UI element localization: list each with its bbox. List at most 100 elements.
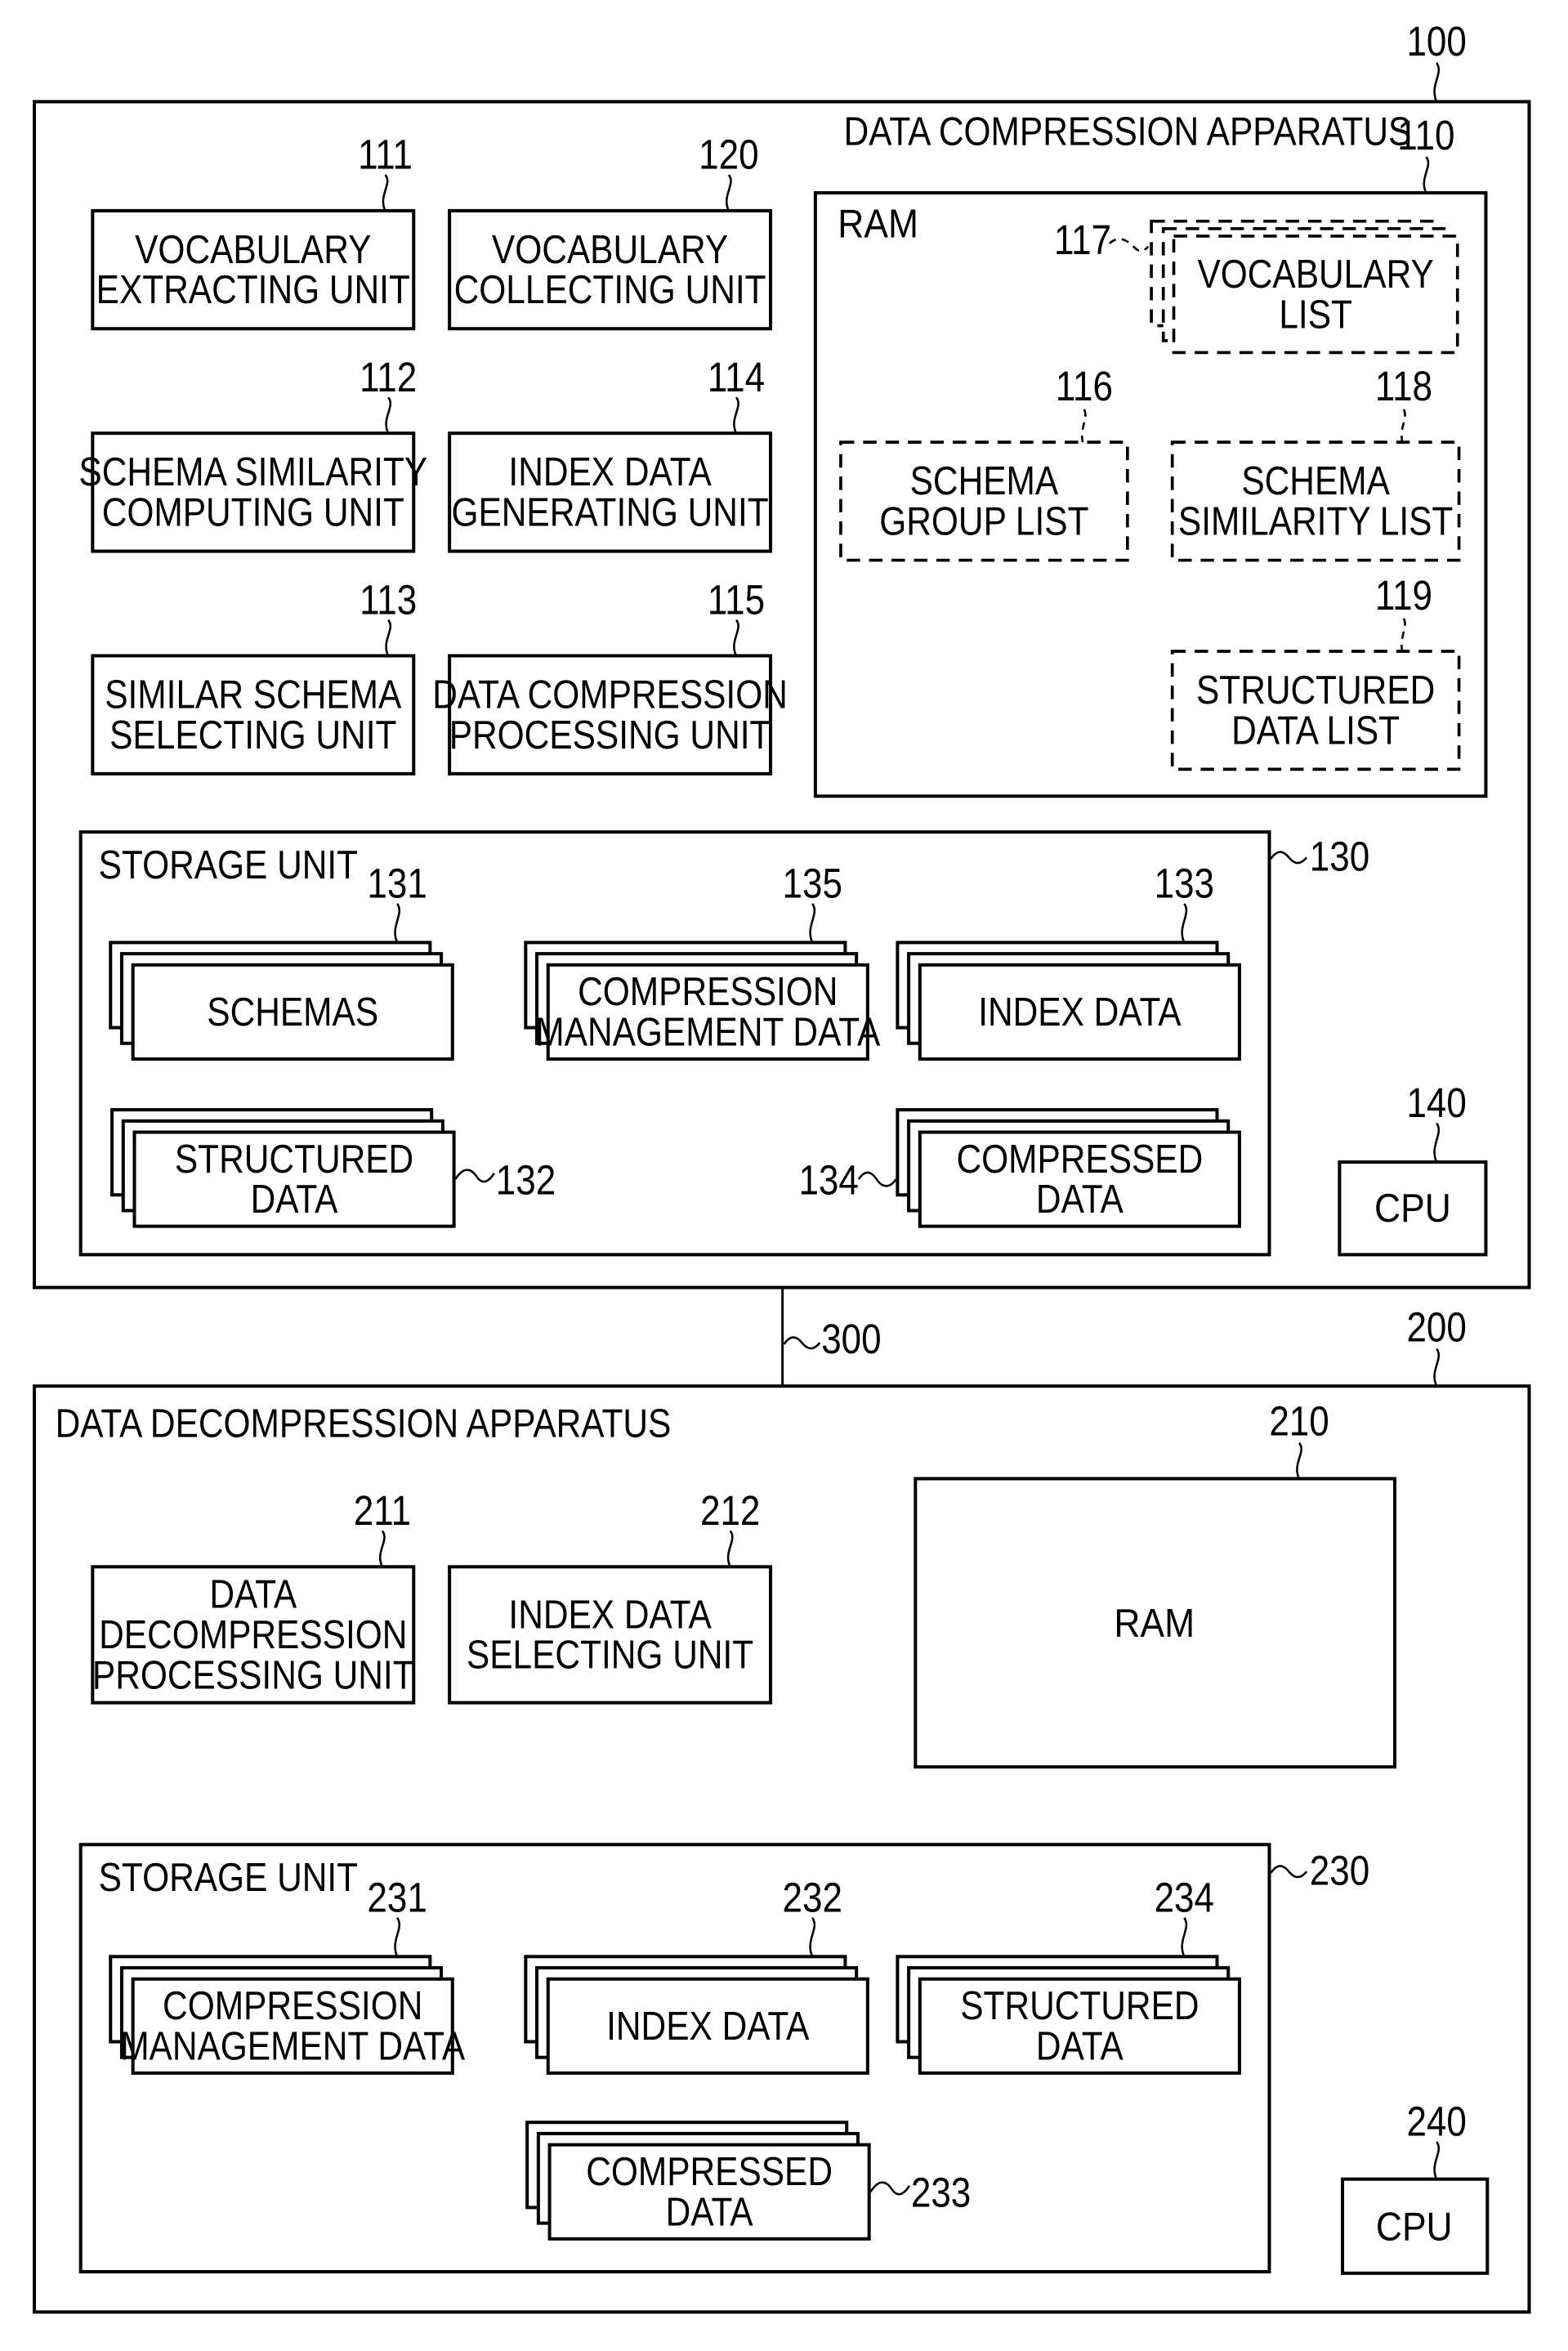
leader-line [783,1336,821,1350]
similar-schema-selecting-unit-label: SIMILAR SCHEMASELECTING UNIT [105,671,401,757]
compressed-data-233-label-line: COMPRESSED [586,2148,833,2194]
structured-data-234-label-line: STRUCTURED [960,1982,1199,2028]
compressed-data-ref: 134 [798,1157,858,1204]
network-300-ref: 300 [821,1316,881,1363]
index-data-232-label: INDEX DATA [606,2003,810,2049]
storage-unit-230-title: STORAGE UNIT [99,1854,358,1900]
structured-data-ref: 132 [496,1157,556,1204]
data-compression-processing-unit-label-line: DATA COMPRESSION [432,671,788,717]
compression-management-data-231-label-line: MANAGEMENT DATA [120,2022,465,2068]
data-compression-processing-unit-ref: 115 [708,577,765,624]
schema-group-list-ref: 116 [1056,364,1113,410]
vocabulary-collecting-unit-label-line: VOCABULARY [492,226,728,272]
schema-group-list-label-line: SCHEMA [910,458,1059,503]
decompression-apparatus-title: DATA DECOMPRESSION APPARATUS [56,1400,672,1446]
similar-schema-selecting-unit-ref: 113 [360,577,417,624]
structured-data-234-ref: 234 [1155,1875,1214,1921]
data-decompression-processing-unit-ref: 211 [354,1488,411,1535]
compression-management-data-231-ref: 231 [367,1875,427,1921]
index-data-ref: 133 [1155,861,1214,908]
ram-110-ref: 110 [1397,113,1454,159]
compression-management-data-231-label-line: COMPRESSION [163,1982,422,2028]
schema-group-list-label: SCHEMAGROUP LIST [879,458,1088,543]
index-data-232-label-line: INDEX DATA [606,2003,810,2049]
index-data-generating-unit-label-line: GENERATING UNIT [451,489,768,534]
cpu-140-label: CPU [1374,1186,1451,1231]
compression-management-data-ref: 135 [783,861,842,908]
vocabulary-collecting-unit-label: VOCABULARYCOLLECTING UNIT [454,226,766,312]
vocabulary-extracting-unit-ref: 111 [358,132,413,179]
storage-unit-130-ref: 130 [1310,834,1369,881]
vocabulary-list-label-line: LIST [1279,291,1352,337]
structured-data-list-label-line: STRUCTURED [1196,667,1435,713]
storage-unit-230: STORAGE UNIT 230 COMPRESSIONMANAGEMENT DAT… [78,1843,1369,2273]
vocabulary-list-label-line: VOCABULARY [1197,251,1433,297]
system-block-diagram: 100DATA COMPRESSION APPARATUSVOCABULARYE… [33,19,1531,2314]
schema-similarity-list-ref: 118 [1375,364,1432,410]
data-compression-apparatus: 100DATA COMPRESSION APPARATUSVOCABULARYE… [33,19,1531,1289]
compression-management-data-label-line: MANAGEMENT DATA [535,1008,880,1054]
schemas-ref: 131 [367,861,427,908]
compression-apparatus-ref: 100 [1406,19,1466,65]
structured-data-label-line: STRUCTURED [175,1136,413,1182]
leader-line [1433,1348,1441,1387]
compressed-data-label-line: DATA [1036,1176,1124,1222]
storage-unit-130: STORAGE UNIT 130 SCHEMAS 131 COMPRESSIONMANA… [78,830,1369,1257]
compressed-data-label-line: COMPRESSED [956,1136,1203,1182]
ram-110: 110RAMVOCABULARYLIST117SCHEMAGROUP LIST1… [813,113,1488,798]
ram-210-label: RAM [1114,1601,1195,1646]
compression-apparatus-title: DATA COMPRESSION APPARATUS [844,108,1412,154]
compression-management-data-231-label: COMPRESSIONMANAGEMENT DATA [120,1982,465,2068]
index-data-selecting-unit-label-line: INDEX DATA [508,1591,712,1637]
cpu-240-ref: 240 [1406,2099,1466,2146]
schema-similarity-computing-unit-label: SCHEMA SIMILARITYCOMPUTING UNIT [78,449,427,534]
data-decompression-processing-unit-label-line: PROCESSING UNIT [92,1652,414,1697]
vocabulary-extracting-unit-label-line: EXTRACTING UNIT [96,266,410,312]
data-compression-processing-unit-label: DATA COMPRESSIONPROCESSING UNIT [432,671,788,757]
index-data-label-line: INDEX DATA [978,989,1182,1035]
vocabulary-list-ref: 117 [1054,217,1111,264]
index-data-selecting-unit-ref: 212 [700,1488,760,1535]
vocabulary-collecting-unit-label-line: COLLECTING UNIT [454,266,766,312]
decompression-apparatus-ref: 200 [1406,1304,1466,1351]
storage-unit-130-title: STORAGE UNIT [99,842,358,887]
index-data-selecting-unit-label: INDEX DATASELECTING UNIT [467,1591,753,1677]
ram-110-title: RAM [838,202,918,247]
cpu-240-label: CPU [1376,2204,1453,2249]
storage-unit-230-ref: 230 [1310,1848,1369,1895]
ram-210-ref: 210 [1269,1398,1329,1445]
data-decompression-processing-unit-label-line: DECOMPRESSION [99,1611,407,1657]
schema-similarity-list-label-line: SIMILARITY LIST [1178,498,1453,543]
index-data-selecting-unit-label-line: SELECTING UNIT [467,1632,753,1678]
compression-management-data-label: COMPRESSIONMANAGEMENT DATA [535,968,880,1054]
vocabulary-extracting-unit-label-line: VOCABULARY [135,226,371,272]
cpu-140-ref: 140 [1406,1080,1466,1127]
compression-management-data-label-line: COMPRESSION [578,968,838,1014]
leader-line [1433,62,1441,102]
data-compression-processing-unit-label-line: PROCESSING UNIT [449,712,771,758]
structured-data-list-label: STRUCTUREDDATA LIST [1196,667,1435,753]
index-data-label: INDEX DATA [978,989,1182,1035]
structured-data-list-ref: 119 [1375,573,1432,619]
schemas-label: SCHEMAS [207,989,378,1035]
schema-group-list-label-line: GROUP LIST [879,498,1088,543]
index-data-232-ref: 232 [783,1875,842,1921]
similar-schema-selecting-unit-label-line: SELECTING UNIT [109,712,396,758]
compressed-data-233-label-line: DATA [666,2188,753,2234]
structured-data-234-label-line: DATA [1036,2022,1124,2068]
compressed-data-233-ref: 233 [911,2170,971,2216]
data-decompression-processing-unit-label-line: DATA [209,1571,297,1617]
schema-similarity-computing-unit-ref: 112 [360,355,417,401]
network-300: 300 [781,1287,882,1387]
schema-similarity-list-label-line: SCHEMA [1241,458,1390,503]
schema-similarity-computing-unit-label-line: COMPUTING UNIT [102,489,404,534]
structured-data-label-line: DATA [251,1176,338,1222]
vocabulary-collecting-unit-ref: 120 [699,132,758,179]
similar-schema-selecting-unit-label-line: SIMILAR SCHEMA [105,671,401,717]
vocabulary-extracting-unit-label: VOCABULARYEXTRACTING UNIT [96,226,410,312]
index-data-generating-unit-ref: 114 [708,355,765,401]
schema-similarity-computing-unit-label-line: SCHEMA SIMILARITY [78,449,427,494]
structured-data-list-label-line: DATA LIST [1231,707,1400,753]
schemas-label-line: SCHEMAS [207,989,378,1035]
index-data-generating-unit-label-line: INDEX DATA [508,449,712,494]
